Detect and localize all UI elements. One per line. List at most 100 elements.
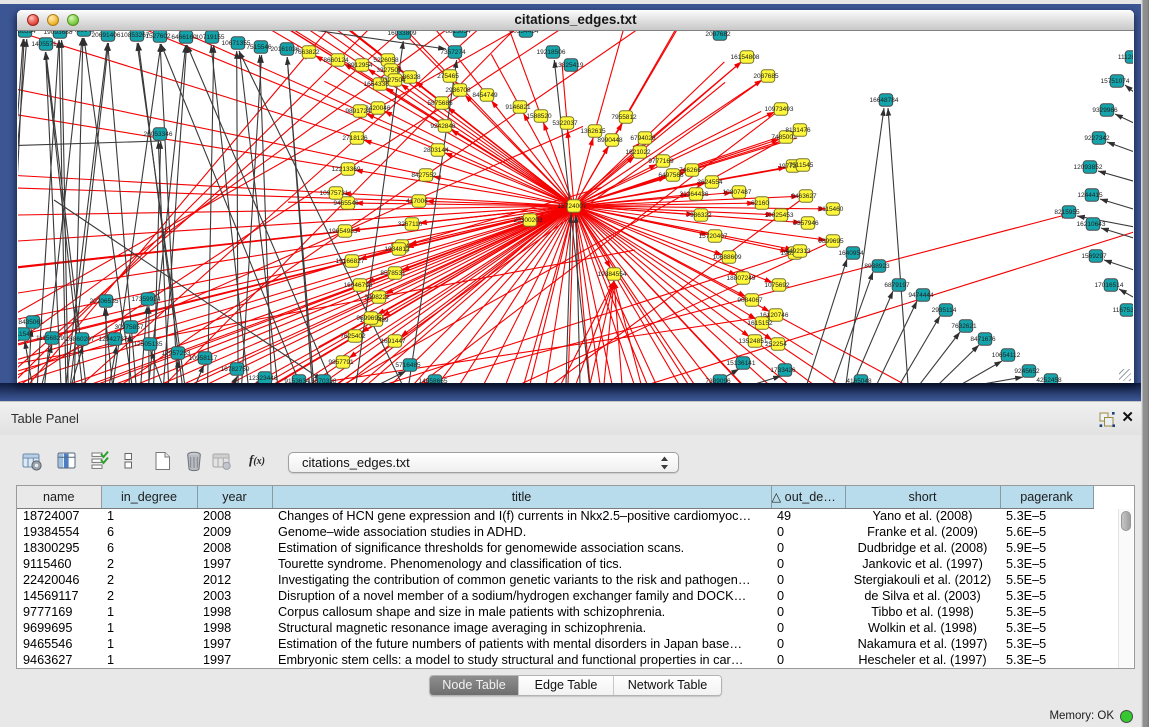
svg-text:7632621: 7632621 [951,323,977,330]
svg-text:12323446: 12323446 [249,375,278,382]
svg-text:3267110: 3267110 [398,221,423,228]
svg-text:11156829: 11156829 [36,335,64,342]
svg-text:2935114: 2935114 [932,307,957,314]
svg-text:12093852: 12093852 [1074,164,1103,171]
svg-text:9327504: 9327504 [380,77,406,84]
svg-text:7515546: 7515546 [246,44,272,51]
svg-text:17957253: 17957253 [162,350,191,357]
svg-text:1934812: 1934812 [384,246,410,253]
svg-text:19166827: 19166827 [336,258,365,265]
svg-text:12942737: 12942737 [99,336,128,343]
svg-text:9899695: 9899695 [818,238,844,245]
svg-text:18724007: 18724007 [558,203,587,210]
svg-text:26053346: 26053346 [144,131,173,138]
svg-text:9329966: 9329966 [1092,107,1118,114]
svg-text:6497568: 6497568 [658,172,684,179]
svg-text:19654983: 19654983 [329,228,358,235]
svg-text:7389096: 7389096 [705,378,731,383]
svg-text:252254: 252254 [765,341,787,348]
svg-text:15720407: 15720407 [699,233,728,240]
svg-text:3911549: 3911549 [18,331,34,338]
svg-text:4252458: 4252458 [1036,377,1062,383]
svg-text:1621022: 1621022 [625,149,651,156]
svg-text:1691447: 1691447 [380,338,406,345]
svg-text:62160: 62160 [751,200,769,207]
svg-text:19218506: 19218506 [537,49,566,56]
svg-text:21364436: 21364436 [680,191,709,198]
svg-text:1362615: 1362615 [580,128,606,135]
svg-text:9357946: 9357946 [793,220,819,227]
svg-text:9857791: 9857791 [328,359,354,366]
svg-text:20691406: 20691406 [92,32,121,39]
svg-text:1615152: 1615152 [747,320,773,327]
svg-text:10973493: 10973493 [765,106,794,113]
svg-text:275465: 275465 [437,73,459,80]
svg-text:10958117: 10958117 [189,355,218,362]
svg-text:16860207: 16860207 [66,336,95,343]
svg-text:6794028: 6794028 [630,135,656,142]
svg-text:9153634: 9153634 [284,378,310,383]
svg-text:16648784: 16648784 [870,97,899,104]
svg-text:2936708: 2936708 [445,87,471,94]
svg-text:16154808: 16154808 [731,54,760,61]
svg-text:5716485: 5716485 [395,362,421,369]
svg-text:16033809: 16033809 [388,31,417,37]
svg-text:1167533: 1167533 [1113,307,1133,314]
svg-text:8454749: 8454749 [472,92,498,99]
svg-text:3498222: 3498222 [364,294,390,301]
svg-text:15136141: 15136141 [727,360,756,367]
svg-text:6879197: 6879197 [884,282,910,289]
svg-text:20334454: 20334454 [510,31,539,35]
svg-text:1112843: 1112843 [1118,54,1133,61]
svg-text:7663822: 7663822 [294,49,320,56]
svg-text:7511545: 7511545 [789,162,814,169]
svg-text:1733426: 1733426 [770,367,796,374]
svg-text:15751074: 15751074 [1101,78,1130,85]
svg-text:5322037: 5322037 [552,120,578,127]
svg-text:7986322: 7986322 [686,212,712,219]
svg-text:10025453: 10025453 [765,212,794,219]
svg-text:9146821: 9146821 [505,104,531,111]
svg-text:2087682: 2087682 [705,31,731,38]
svg-text:1244415: 1244415 [1077,192,1103,199]
svg-text:8131476: 8131476 [785,127,811,134]
svg-text:8990448: 8990448 [597,137,623,144]
svg-text:16870338: 16870338 [308,378,337,383]
svg-text:16782759: 16782759 [221,366,250,373]
svg-text:16210643: 16210643 [1077,221,1106,228]
svg-text:13524851: 13524851 [739,338,768,345]
svg-text:7625402: 7625402 [340,333,366,340]
svg-text:1405571: 1405571 [31,41,57,48]
svg-text:9891724: 9891724 [345,108,371,115]
svg-text:8912954: 8912954 [347,62,373,69]
svg-text:8660124: 8660124 [323,57,349,64]
svg-text:5226058: 5226058 [373,57,399,64]
svg-text:13325419: 13325419 [555,62,584,69]
svg-text:12213369: 12213369 [332,166,361,173]
svg-text:14658665: 14658665 [419,378,448,383]
svg-text:10688609: 10688609 [713,254,742,261]
svg-text:8938923: 8938923 [864,263,890,270]
svg-text:17016514: 17016514 [1095,282,1124,289]
svg-text:1075692: 1075692 [764,282,790,289]
svg-text:9084067: 9084067 [737,297,763,304]
svg-text:9699695: 9699695 [356,315,382,322]
svg-text:17359924: 17359924 [132,296,161,303]
svg-text:20206535: 20206535 [90,298,119,305]
svg-text:9242848: 9242848 [430,123,456,130]
svg-text:1588520: 1588520 [526,113,552,120]
svg-text:8215955: 8215955 [1054,209,1080,216]
svg-text:12505135: 12505135 [134,341,163,348]
svg-text:30975857: 30975857 [115,324,144,331]
svg-text:10654112: 10654112 [992,352,1021,359]
svg-text:16046798: 16046798 [344,282,373,289]
svg-text:9474444: 9474444 [908,292,934,299]
svg-text:10807487: 10807487 [723,189,752,196]
svg-text:19384554: 19384554 [598,271,627,278]
svg-text:4492313: 4492313 [785,248,811,255]
svg-text:9465546: 9465546 [333,200,359,207]
svg-text:1640954: 1640954 [838,250,864,257]
svg-text:2803144: 2803144 [423,147,449,154]
svg-text:18807249: 18807249 [727,275,756,282]
svg-text:7955812: 7955812 [611,114,637,121]
